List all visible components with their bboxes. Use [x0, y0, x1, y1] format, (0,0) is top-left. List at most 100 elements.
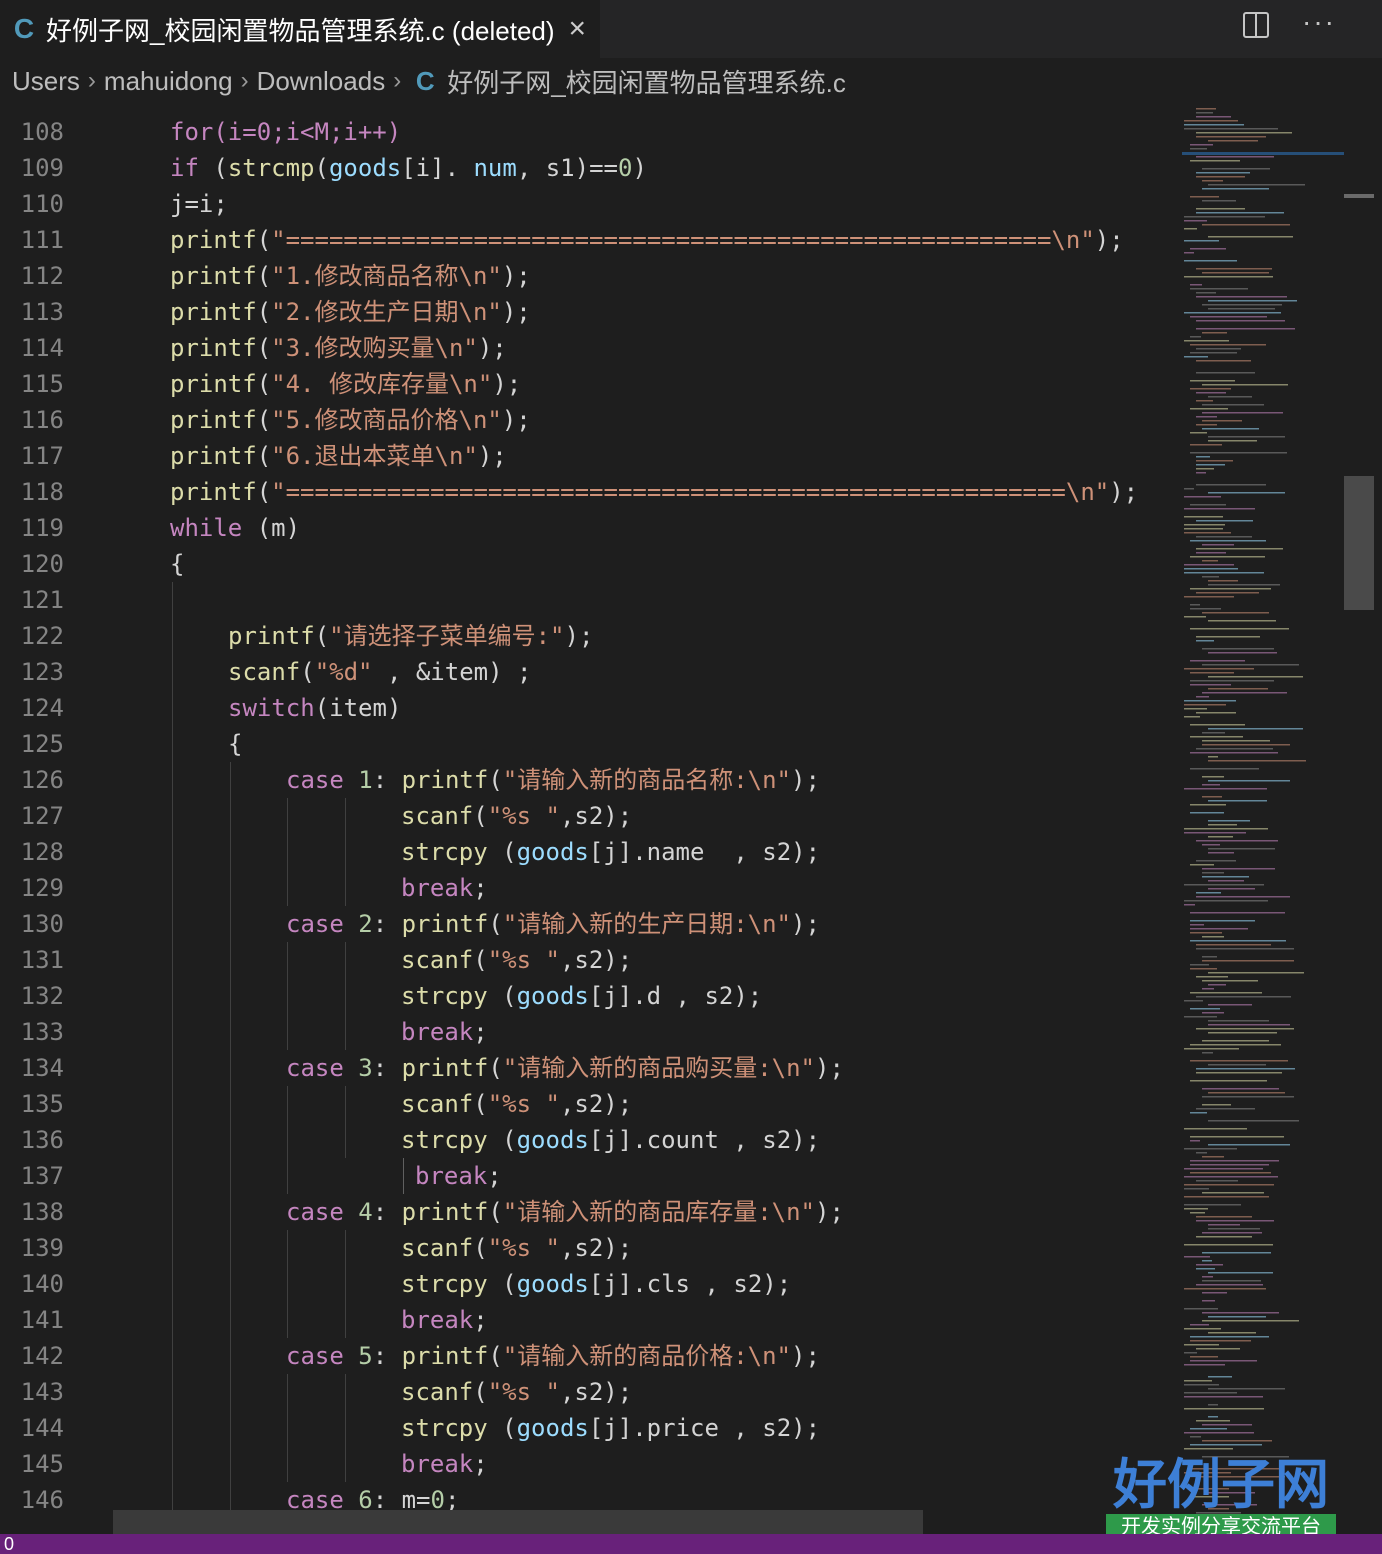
- code-line: scanf("%s ",s2);: [401, 1378, 633, 1406]
- line-number: 127: [20, 802, 64, 830]
- indent-guide: [172, 582, 173, 1534]
- line-number: 135: [20, 1090, 64, 1118]
- line-number: 141: [20, 1306, 64, 1334]
- code-line: printf("4. 修改库存量\n");: [170, 370, 522, 398]
- code-line: printf("================================…: [170, 226, 1124, 254]
- line-number: 130: [20, 910, 64, 938]
- line-number: 119: [20, 514, 64, 542]
- indent-guide: [230, 762, 231, 1534]
- tab-bar: C 好例子网_校园闲置物品管理系统.c (deleted) × ···: [0, 0, 1382, 58]
- code-line: strcpy (goods[j].name , s2);: [401, 838, 821, 866]
- breadcrumb: Users › mahuidong › Downloads › C 好例子网_校…: [0, 58, 1382, 104]
- indent-guide: [287, 942, 288, 1050]
- minimap[interactable]: [1182, 104, 1344, 1534]
- line-number: 126: [20, 766, 64, 794]
- watermark-logo: 好例子网 开发实例分享交流平台: [1106, 1454, 1336, 1540]
- line-number: 131: [20, 946, 64, 974]
- more-actions-icon[interactable]: ···: [1302, 6, 1336, 38]
- code-line: printf("请选择子菜单编号:");: [228, 622, 594, 650]
- chevron-right-icon: ›: [240, 67, 249, 94]
- line-number: 117: [20, 442, 64, 470]
- code-line: break;: [415, 1162, 502, 1190]
- indent-guide: [345, 1374, 346, 1482]
- chevron-right-icon: ›: [87, 67, 96, 94]
- code-line: case 4: printf("请输入新的商品库存量:\n");: [286, 1198, 844, 1226]
- code-line: while (m): [170, 514, 301, 542]
- code-line: printf("3.修改购买量\n");: [170, 334, 507, 362]
- code-line: case 2: printf("请输入新的生产日期:\n");: [286, 910, 820, 938]
- code-line: strcpy (goods[j].cls , s2);: [401, 1270, 792, 1298]
- indent-guide: [403, 1158, 404, 1194]
- line-number: 140: [20, 1270, 64, 1298]
- code-line: case 3: printf("请输入新的商品购买量:\n");: [286, 1054, 844, 1082]
- line-number: 110: [20, 190, 64, 218]
- line-number: 139: [20, 1234, 64, 1262]
- breadcrumb-users[interactable]: Users: [12, 66, 80, 97]
- line-number: 120: [20, 550, 64, 578]
- code-line: {: [170, 550, 185, 578]
- line-number: 115: [20, 370, 64, 398]
- c-file-icon: C: [13, 13, 35, 44]
- indent-guide: [345, 798, 346, 906]
- line-number: 108: [20, 118, 64, 146]
- breadcrumb-file[interactable]: 好例子网_校园闲置物品管理系统.c: [447, 63, 846, 100]
- code-line: case 1: printf("请输入新的商品名称:\n");: [286, 766, 820, 794]
- line-number: 133: [20, 1018, 64, 1046]
- code-line: printf("================================…: [170, 478, 1139, 506]
- line-number: 123: [20, 658, 64, 686]
- line-number: 138: [20, 1198, 64, 1226]
- indent-guide: [287, 1086, 288, 1194]
- code-line: printf("6.退出本菜单\n");: [170, 442, 507, 470]
- scrollbar-thumb[interactable]: [1344, 476, 1374, 610]
- watermark-title: 好例子网: [1113, 1452, 1329, 1516]
- close-icon[interactable]: ×: [569, 12, 587, 46]
- tab-title: 好例子网_校园闲置物品管理系统.c (deleted): [46, 15, 555, 46]
- line-number: 136: [20, 1126, 64, 1154]
- line-number: 132: [20, 982, 64, 1010]
- line-number: 129: [20, 874, 64, 902]
- code-line: scanf("%s ",s2);: [401, 1234, 633, 1262]
- line-number: 124: [20, 694, 64, 722]
- line-number: 144: [20, 1414, 64, 1442]
- indent-guide: [345, 1086, 346, 1158]
- code-line: strcpy (goods[j].d , s2);: [401, 982, 763, 1010]
- line-number: 128: [20, 838, 64, 866]
- status-text: 0: [4, 1534, 15, 1554]
- editor-tab[interactable]: C 好例子网_校园闲置物品管理系统.c (deleted) ×: [0, 0, 600, 58]
- line-number: 112: [20, 262, 64, 290]
- indent-guide: [345, 942, 346, 1050]
- split-editor-icon[interactable]: [1243, 12, 1269, 38]
- line-number: 114: [20, 334, 64, 362]
- code-line: break;: [401, 874, 488, 902]
- code-line: scanf("%s ",s2);: [401, 1090, 633, 1118]
- horizontal-scrollbar[interactable]: [113, 1510, 923, 1534]
- indent-guide: [287, 798, 288, 906]
- line-number: 113: [20, 298, 64, 326]
- line-number: 121: [20, 586, 64, 614]
- line-number: 111: [20, 226, 64, 254]
- chevron-right-icon: ›: [393, 67, 402, 94]
- code-line: {: [228, 730, 243, 758]
- breadcrumb-downloads[interactable]: Downloads: [257, 66, 386, 97]
- line-number: 116: [20, 406, 64, 434]
- code-line: switch(item): [228, 694, 402, 722]
- vertical-scrollbar[interactable]: [1344, 104, 1374, 1534]
- line-number: 145: [20, 1450, 64, 1478]
- minimap-preview: [1182, 108, 1344, 1522]
- status-bar: 0: [0, 1534, 1382, 1554]
- line-number: 137: [20, 1162, 64, 1190]
- line-number: 109: [20, 154, 64, 182]
- line-number: 143: [20, 1378, 64, 1406]
- code-line: strcpy (goods[j].count , s2);: [401, 1126, 821, 1154]
- code-line: scanf("%s ",s2);: [401, 946, 633, 974]
- code-line: case 5: printf("请输入新的商品价格:\n");: [286, 1342, 820, 1370]
- code-line: break;: [401, 1306, 488, 1334]
- code-line: break;: [401, 1018, 488, 1046]
- code-line: for(i=0;i<M;i++): [170, 118, 402, 146]
- indent-guide: [287, 1230, 288, 1338]
- code-line: strcpy (goods[j].price , s2);: [401, 1414, 821, 1442]
- scrollbar-marker: [1344, 194, 1374, 198]
- line-number: 142: [20, 1342, 64, 1370]
- code-editor[interactable]: 108 109 110 111 112 113 114 115 116 117 118 119 120 1…: [0, 104, 1180, 1534]
- breadcrumb-mahuidong[interactable]: mahuidong: [104, 66, 233, 97]
